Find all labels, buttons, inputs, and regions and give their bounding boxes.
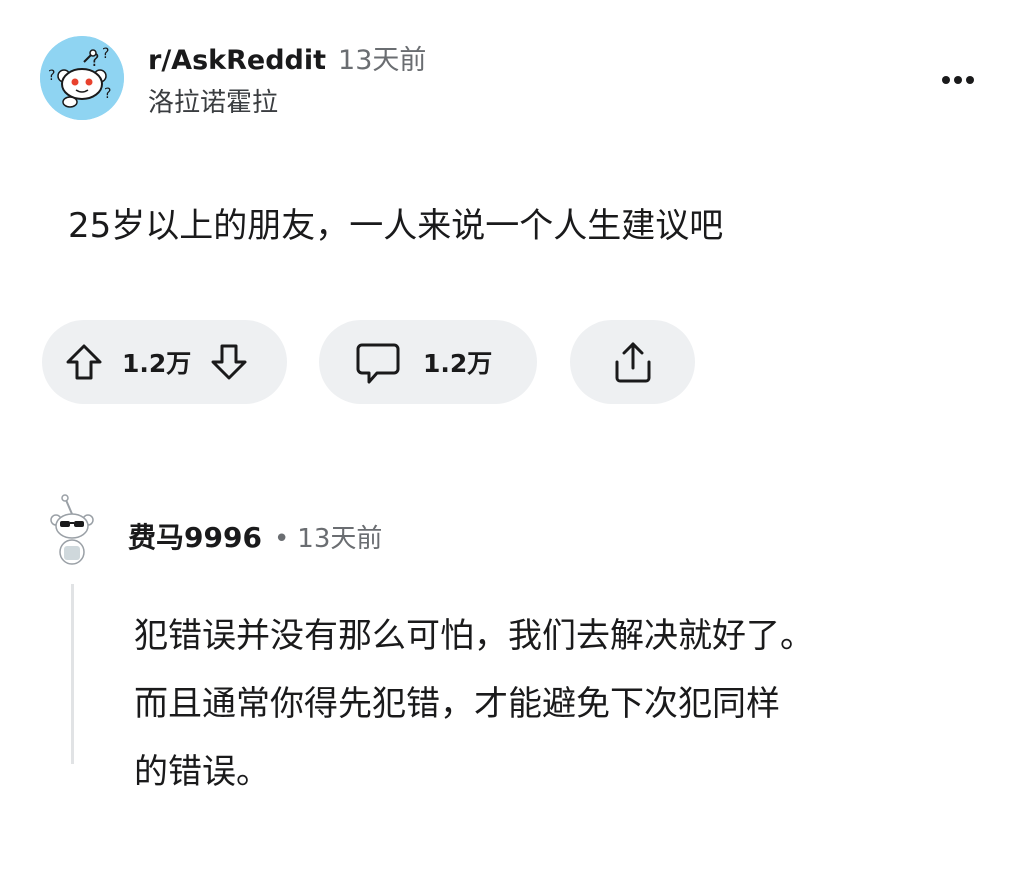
comment-body-line: 犯错误并没有那么可怕，我们去解决就好了。 (134, 616, 814, 656)
comment-body-line: 的错误。 (134, 752, 270, 792)
comment-time: 13天前 (297, 524, 383, 554)
vote-count: 1.2万 (122, 349, 192, 378)
post-time: 13天前 (338, 45, 427, 76)
subreddit-avatar[interactable]: ? ? ? ? (40, 36, 124, 120)
comment-body-line: 而且通常你得先犯错，才能避免下次犯同样 (134, 684, 780, 724)
svg-text:?: ? (104, 86, 111, 102)
commenter-avatar[interactable] (40, 492, 120, 572)
vote-pill: 1.2万 (42, 320, 287, 404)
comment-icon (356, 343, 400, 384)
thread-line[interactable] (71, 584, 74, 764)
upvote-button[interactable] (62, 340, 106, 384)
subreddit-meta: r/AskReddit 13天前 (148, 38, 426, 77)
comment-author[interactable]: 费马9996 (128, 521, 262, 554)
comment: 费马9996 • 13天前 犯错误并没有那么可怕，我们去解决就好了。 而且通常你得先… (40, 492, 984, 832)
share-button[interactable] (611, 338, 655, 386)
post-author[interactable]: 洛拉诺霍拉 (148, 82, 278, 119)
upvote-icon (66, 344, 102, 380)
downvote-icon (211, 344, 247, 380)
svg-text:?: ? (48, 68, 55, 84)
comment-body: 犯错误并没有那么可怕，我们去解决就好了。 而且通常你得先犯错，才能避免下次犯同样… (134, 602, 974, 806)
more-options-button[interactable] (938, 68, 978, 92)
snoo-question-icon: ? ? ? ? (40, 36, 124, 120)
comment-button[interactable] (353, 337, 403, 387)
subreddit-name[interactable]: r/AskReddit (148, 45, 326, 76)
comment-count: 1.2万 (423, 349, 493, 378)
share-icon (615, 342, 650, 383)
post-header: ? ? ? ? r/AskReddit 13天前 洛拉诺霍拉 (40, 36, 984, 126)
meta-separator: • (273, 524, 290, 554)
post-title[interactable]: 25岁以上的朋友，一人来说一个人生建议吧 (68, 198, 723, 247)
snoo-sunglasses-icon (50, 494, 94, 565)
downvote-button[interactable] (207, 340, 251, 384)
comment-meta: 费马9996 • 13天前 (128, 516, 382, 556)
comment-pill[interactable]: 1.2万 (319, 320, 537, 404)
more-horizontal-icon (942, 76, 974, 84)
share-pill[interactable] (570, 320, 695, 404)
svg-text:?: ? (102, 46, 109, 62)
